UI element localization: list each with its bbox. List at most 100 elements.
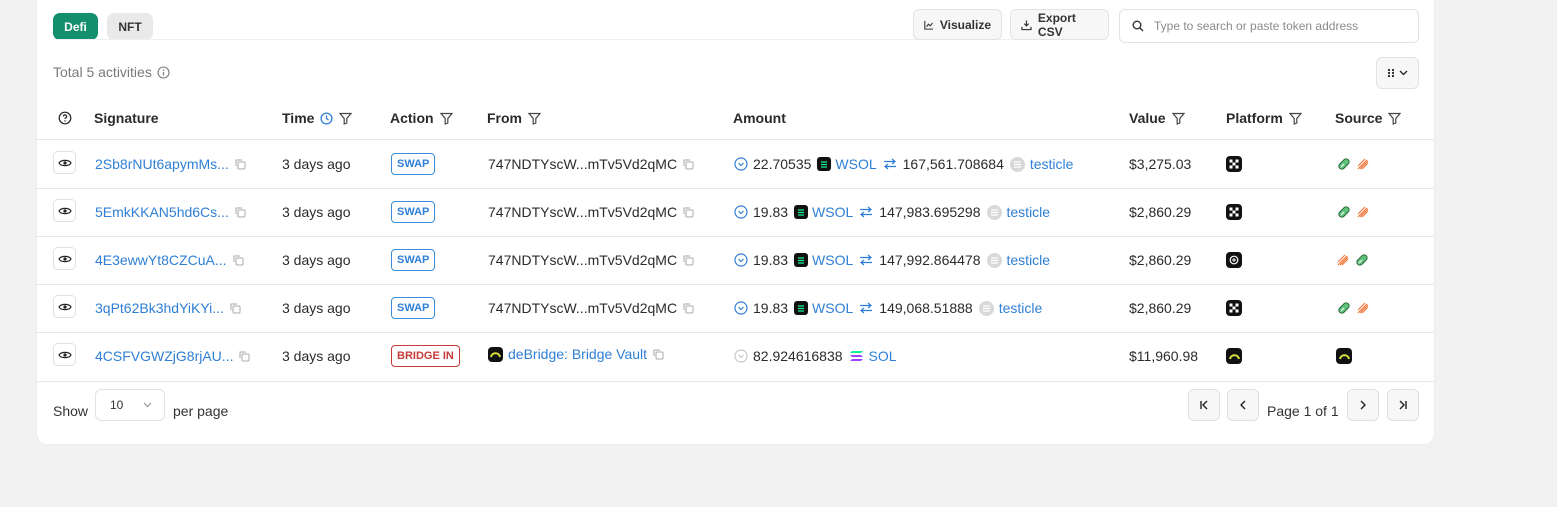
signature-link[interactable]: 5EmkKKAN5hd6Cs... bbox=[95, 204, 229, 220]
token-in-link[interactable]: SOL bbox=[869, 348, 897, 364]
expand-circle-icon[interactable] bbox=[734, 349, 748, 363]
total-activities: Total 5 activities bbox=[53, 64, 170, 80]
signature-link[interactable]: 3qPt62Bk3hdYiKYi... bbox=[95, 300, 224, 316]
copy-icon[interactable] bbox=[683, 255, 694, 266]
per-page-select[interactable]: 10 bbox=[95, 389, 165, 421]
debridge-platform-icon bbox=[1226, 348, 1242, 364]
activities-card: Defi NFT Visualize Export CSV Total 5 ac… bbox=[37, 0, 1434, 444]
token-out-link[interactable]: testicle bbox=[1007, 252, 1051, 268]
info-icon[interactable] bbox=[157, 65, 170, 79]
token-in-link[interactable]: WSOL bbox=[812, 204, 853, 220]
view-details-button[interactable] bbox=[53, 295, 76, 318]
token-placeholder-icon bbox=[986, 204, 1002, 220]
column-settings-button[interactable] bbox=[1376, 57, 1419, 89]
chevron-down-icon bbox=[1399, 70, 1408, 76]
swap-arrows-icon bbox=[860, 254, 873, 266]
search-input[interactable] bbox=[1152, 18, 1406, 34]
token-out-link[interactable]: testicle bbox=[1030, 156, 1074, 172]
first-page-button[interactable] bbox=[1188, 389, 1220, 421]
copy-icon[interactable] bbox=[230, 303, 241, 314]
clock-icon[interactable] bbox=[320, 111, 333, 125]
token-out-link[interactable]: testicle bbox=[1007, 204, 1051, 220]
pill-icon bbox=[1338, 206, 1350, 218]
tab-nft[interactable]: NFT bbox=[107, 13, 153, 40]
copy-icon[interactable] bbox=[235, 207, 246, 218]
header-amount: Amount bbox=[733, 97, 786, 139]
copy-icon[interactable] bbox=[683, 207, 694, 218]
header-source-label: Source bbox=[1335, 110, 1383, 126]
first-page-icon bbox=[1200, 400, 1208, 410]
value-cell: $3,275.03 bbox=[1129, 156, 1192, 172]
copy-icon[interactable] bbox=[653, 349, 664, 360]
copy-icon[interactable] bbox=[683, 303, 694, 314]
chevron-right-icon bbox=[1360, 400, 1366, 410]
filter-icon[interactable] bbox=[1171, 112, 1185, 125]
action-badge: SWAP bbox=[391, 297, 436, 319]
amount-out: 147,992.864478 bbox=[879, 252, 981, 268]
from-entity-link[interactable]: deBridge: Bridge Vault bbox=[508, 346, 647, 362]
token-in-link[interactable]: WSOL bbox=[835, 156, 876, 172]
chart-icon bbox=[924, 20, 934, 30]
table-row: 4E3ewwYt8CZCuA... 3 days ago SWAP 747NDT… bbox=[37, 236, 1434, 285]
meteora-icon bbox=[1337, 254, 1349, 266]
wsol-icon bbox=[794, 253, 809, 267]
token-out-link[interactable]: testicle bbox=[999, 300, 1043, 316]
time-cell: 3 days ago bbox=[282, 156, 351, 172]
copy-icon[interactable] bbox=[683, 159, 694, 170]
view-details-button[interactable] bbox=[53, 151, 76, 174]
copy-icon[interactable] bbox=[239, 351, 250, 362]
export-csv-label: Export CSV bbox=[1037, 10, 1076, 39]
expand-circle-icon[interactable] bbox=[734, 205, 748, 219]
swap-arrows-icon bbox=[883, 158, 896, 170]
header-amount-label: Amount bbox=[733, 110, 786, 126]
token-in-link[interactable]: WSOL bbox=[812, 252, 853, 268]
filter-icon[interactable] bbox=[439, 112, 453, 125]
wsol-icon bbox=[817, 157, 832, 171]
show-label: Show bbox=[53, 403, 89, 419]
view-details-button[interactable] bbox=[53, 343, 76, 366]
next-page-button[interactable] bbox=[1347, 389, 1379, 421]
tab-defi[interactable]: Defi bbox=[53, 13, 98, 40]
value-cell: $2,860.29 bbox=[1129, 204, 1192, 220]
action-badge: SWAP bbox=[391, 201, 436, 223]
eye-icon bbox=[57, 351, 72, 358]
pill-icon bbox=[1338, 158, 1350, 170]
table-header: Signature Time Action From Amount Value … bbox=[37, 97, 1434, 140]
meteora-icon bbox=[1357, 302, 1369, 314]
token-search[interactable] bbox=[1119, 9, 1419, 43]
last-page-button[interactable] bbox=[1387, 389, 1419, 421]
header-platform: Platform bbox=[1226, 97, 1302, 139]
value-cell: $2,860.29 bbox=[1129, 300, 1192, 316]
help-icon[interactable] bbox=[58, 97, 72, 139]
action-badge: BRIDGE IN bbox=[391, 345, 460, 367]
value-cell: $2,860.29 bbox=[1129, 252, 1192, 268]
amount-in: 19.83 bbox=[753, 300, 789, 316]
download-icon bbox=[1021, 19, 1032, 30]
previous-page-button[interactable] bbox=[1227, 389, 1259, 421]
wsol-icon bbox=[794, 205, 809, 219]
pill-icon bbox=[1356, 254, 1368, 266]
view-details-button[interactable] bbox=[53, 199, 76, 222]
filter-icon[interactable] bbox=[1288, 112, 1302, 125]
from-address: 747NDTYscW...mTv5Vd2qMC bbox=[488, 252, 678, 268]
filter-icon[interactable] bbox=[1388, 112, 1402, 125]
token-placeholder-icon bbox=[978, 300, 994, 316]
token-in-link[interactable]: WSOL bbox=[812, 300, 853, 316]
signature-link[interactable]: 2Sb8rNUt6apymMs... bbox=[95, 156, 229, 172]
filter-icon[interactable] bbox=[339, 112, 353, 125]
signature-link[interactable]: 4E3ewwYt8CZCuA... bbox=[95, 252, 227, 268]
expand-circle-icon[interactable] bbox=[734, 301, 748, 315]
expand-circle-icon[interactable] bbox=[734, 157, 748, 171]
view-details-button[interactable] bbox=[53, 247, 76, 270]
visualize-button[interactable]: Visualize bbox=[913, 9, 1002, 40]
page-info: Page 1 of 1 bbox=[1267, 403, 1339, 419]
filter-icon[interactable] bbox=[528, 112, 541, 125]
copy-icon[interactable] bbox=[233, 255, 244, 266]
pill-icon bbox=[1338, 302, 1350, 314]
header-time-label: Time bbox=[282, 110, 315, 126]
export-csv-button[interactable]: Export CSV bbox=[1010, 9, 1109, 40]
copy-icon[interactable] bbox=[235, 159, 246, 170]
expand-circle-icon[interactable] bbox=[734, 253, 748, 267]
table-row: 5EmkKKAN5hd6Cs... 3 days ago SWAP 747NDT… bbox=[37, 188, 1434, 237]
signature-link[interactable]: 4CSFVGWZjG8rjAU... bbox=[95, 348, 233, 364]
